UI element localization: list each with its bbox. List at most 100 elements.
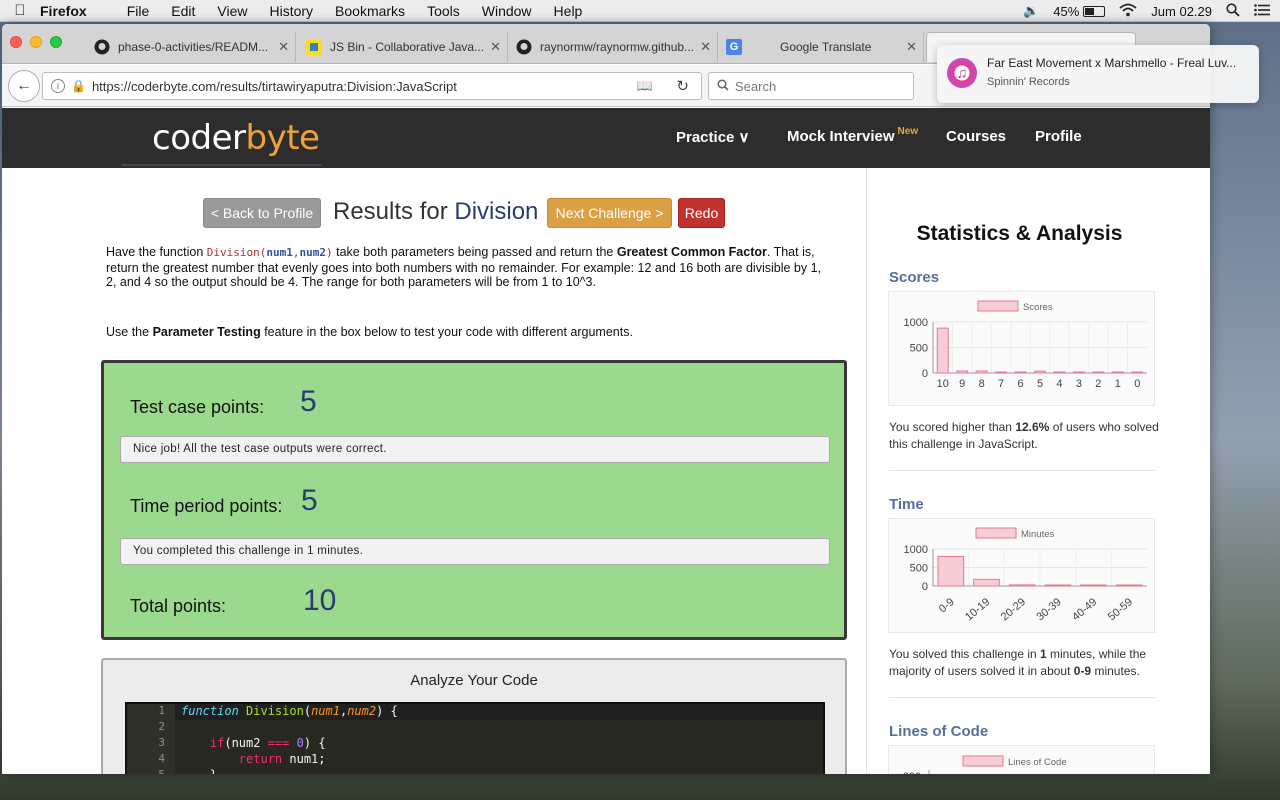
desc-bold: Parameter Testing: [152, 325, 261, 339]
title-prefix: Results for: [333, 198, 448, 225]
desc-text: feature in the box below to test your co…: [260, 325, 633, 339]
time-period-points-value: 5: [301, 484, 318, 517]
menubar-status-area: 🔉 45% Jum 02.29: [1023, 0, 1270, 22]
next-challenge-button[interactable]: Next Challenge >: [547, 198, 672, 228]
nav-mock-interview[interactable]: Mock Interview New: [787, 126, 918, 145]
test-case-message: Nice job! All the test case outputs were…: [120, 436, 830, 463]
reader-view-icon[interactable]: 📖: [637, 78, 653, 94]
logo-text-coder: coder: [152, 118, 246, 158]
y-tick-label: 1000: [904, 317, 928, 329]
volume-icon[interactable]: 🔉: [1023, 3, 1039, 19]
menu-tools[interactable]: Tools: [427, 3, 460, 19]
tab-google-translate[interactable]: G Google Translate ✕: [718, 32, 924, 62]
close-tab-icon[interactable]: ✕: [906, 39, 917, 55]
y-tick-label: 1000: [904, 544, 928, 556]
wifi-icon[interactable]: [1119, 3, 1137, 20]
apple-icon[interactable]: : [0, 2, 40, 19]
code-line: return num1;: [238, 752, 326, 766]
battery-percent[interactable]: 45%: [1053, 4, 1079, 19]
url-text[interactable]: https://coderbyte.com/results/tirtawirya…: [92, 79, 457, 94]
coderbyte-logo[interactable]: coderbyte: [152, 118, 320, 158]
legend-swatch: [975, 527, 1017, 539]
page-content: < Back to Profile Results for Division N…: [2, 168, 1210, 774]
nav-mock-label: Mock Interview: [787, 128, 895, 145]
spotlight-icon[interactable]: [1226, 2, 1240, 20]
tab-title: phase-0-activities/READM...: [118, 40, 269, 54]
line-number: 5: [127, 768, 165, 774]
url-bar[interactable]: i 🔒 https://coderbyte.com/results/tirtaw…: [42, 72, 702, 100]
info-icon[interactable]: i: [51, 79, 65, 93]
bar: [937, 555, 965, 587]
bar: [936, 327, 949, 374]
y-tick-label: 500: [910, 343, 928, 355]
desc-text: take both parameters being passed and re…: [332, 245, 617, 259]
code-editor[interactable]: 1 2 3 4 5 6 function Division(num1,num2)…: [125, 702, 825, 774]
x-tick-label: 5: [1037, 378, 1043, 390]
desc-text: Have the function: [106, 245, 207, 259]
menu-bookmarks[interactable]: Bookmarks: [335, 3, 405, 19]
tab-title: Google Translate: [780, 40, 872, 54]
bar: [956, 370, 969, 374]
tab-jsbin[interactable]: JS Bin - Collaborative Java... ✕: [298, 32, 508, 62]
page-title: Results for Division: [333, 198, 538, 226]
tab-github-raynormw[interactable]: raynormw/raynormw.github... ✕: [508, 32, 718, 62]
x-tick-label: 20-29: [999, 596, 1028, 623]
menu-app-name[interactable]: Firefox: [40, 3, 87, 19]
nav-practice[interactable]: Practice ∨: [676, 128, 750, 146]
music-notification[interactable]: ♫ Far East Movement x Marshmello - Freal…: [937, 45, 1259, 103]
y-tick-label: 600: [903, 771, 921, 774]
menu-history[interactable]: History: [269, 3, 313, 19]
search-bar[interactable]: Search: [708, 72, 914, 100]
summary-bold: 12.6%: [1015, 420, 1050, 434]
nav-courses[interactable]: Courses: [946, 128, 1006, 145]
close-window-button[interactable]: [10, 36, 22, 48]
notification-subtitle: Spinnin' Records: [987, 76, 1070, 88]
test-case-points-label: Test case points:: [130, 397, 265, 417]
google-translate-icon: G: [726, 39, 742, 55]
menu-window[interactable]: Window: [482, 3, 532, 19]
bar: [1034, 370, 1046, 374]
lines-of-code-heading: Lines of Code: [889, 723, 989, 740]
scores-chart: Scores0500100010 9 8 7 6 5 4 3 2 1 0: [904, 300, 1147, 390]
battery-icon[interactable]: [1083, 5, 1106, 17]
clock[interactable]: Jum 02.29: [1151, 4, 1212, 19]
notification-center-icon[interactable]: [1254, 3, 1270, 19]
bar: [975, 370, 988, 374]
summary-bold: 0-9: [1073, 664, 1092, 678]
tab-title: raynormw/raynormw.github...: [540, 40, 695, 54]
desc-param: num1: [266, 246, 293, 259]
line-number: 2: [158, 720, 165, 733]
back-arrow-icon[interactable]: ←: [8, 70, 40, 102]
search-icon: [717, 78, 729, 94]
bar: [1014, 371, 1027, 374]
zoom-window-button[interactable]: [50, 36, 62, 48]
redo-button[interactable]: Redo: [678, 198, 725, 228]
scores-chart-box: Scores 0 500 1000 10 9 8 7 6 5 4 3 2 1 0: [888, 291, 1155, 406]
close-tab-icon[interactable]: ✕: [278, 39, 289, 55]
close-tab-icon[interactable]: ✕: [700, 39, 711, 55]
back-to-profile-button[interactable]: < Back to Profile: [203, 198, 321, 228]
code-line: }: [181, 768, 217, 774]
nav-profile[interactable]: Profile: [1035, 128, 1082, 145]
bar: [1111, 371, 1124, 374]
total-points-value: 10: [303, 584, 337, 617]
tab-title: JS Bin - Collaborative Java...: [330, 40, 485, 54]
minimize-window-button[interactable]: [30, 36, 42, 48]
section-divider: [889, 697, 1155, 698]
menu-view[interactable]: View: [217, 3, 247, 19]
tab-github-readme[interactable]: phase-0-activities/READM... ✕: [86, 32, 296, 62]
lock-icon[interactable]: 🔒: [71, 79, 86, 93]
close-tab-icon[interactable]: ✕: [490, 39, 501, 55]
github-icon: [516, 39, 532, 55]
bar: [1080, 584, 1107, 587]
menu-help[interactable]: Help: [554, 3, 583, 19]
section-divider: [889, 470, 1155, 471]
menu-file[interactable]: File: [127, 3, 150, 19]
bar: [995, 371, 1008, 374]
legend-swatch: [977, 300, 1019, 312]
reload-icon[interactable]: ↻: [676, 77, 689, 95]
menu-edit[interactable]: Edit: [171, 3, 195, 19]
x-tick-label: 2: [1095, 378, 1101, 390]
scores-summary: You scored higher than 12.6% of users wh…: [889, 419, 1159, 453]
x-tick-label: 0: [1134, 378, 1140, 390]
